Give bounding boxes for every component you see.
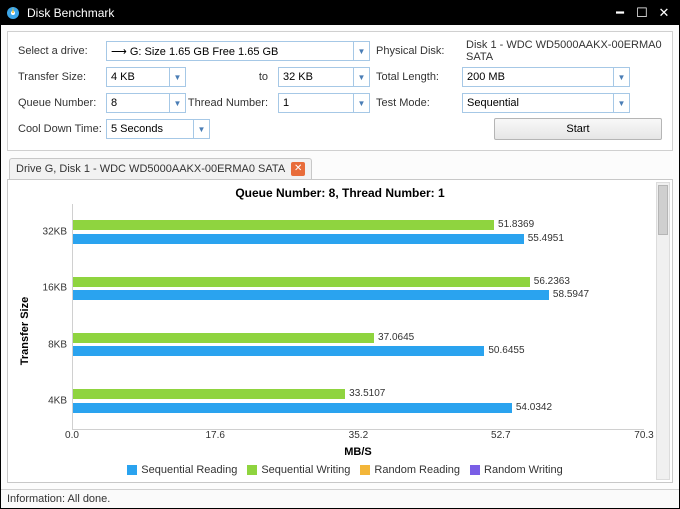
legend-swatch [470,465,480,475]
chart-x-tick: 17.6 [205,430,224,441]
drive-select[interactable]: ⟶ G: Size 1.65 GB Free 1.65 GB ▼ [106,41,370,61]
chart-x-tick: 35.2 [349,430,368,441]
drive-label: Select a drive: [18,45,106,57]
content-area: Select a drive: ⟶ G: Size 1.65 GB Free 1… [1,25,679,489]
test-mode-select[interactable]: Sequential ▼ [462,93,630,113]
legend-swatch [360,465,370,475]
minimize-button[interactable]: ━ [609,4,631,22]
chart-bar [73,333,374,343]
queue-number-label: Queue Number: [18,97,106,109]
settings-panel: Select a drive: ⟶ G: Size 1.65 GB Free 1… [7,31,673,151]
maximize-button[interactable]: ☐ [631,4,653,22]
chart-bar-value: 51.8369 [498,219,534,230]
title-bar: Disk Benchmark ━ ☐ ✕ [1,1,679,25]
legend-label: Sequential Writing [261,464,350,476]
chart-bar-value: 37.0645 [378,332,414,343]
dropdown-arrow-icon: ▼ [613,94,629,112]
dropdown-arrow-icon: ▼ [193,120,209,138]
chart-bar [73,234,524,244]
chart-plot-area: 32KB51.836955.495116KB56.236358.59478KB3… [72,204,644,430]
chart-bar [73,403,512,413]
dropdown-arrow-icon: ▼ [613,68,629,86]
physical-disk-value: Disk 1 - WDC WD5000AAKX-00ERMA0 SATA [462,39,662,63]
transfer-from-select[interactable]: 4 KB ▼ [106,67,186,87]
chart-category-label: 32KB [43,227,73,238]
vertical-scrollbar[interactable] [656,182,670,480]
dropdown-arrow-icon: ▼ [169,94,185,112]
close-button[interactable]: ✕ [653,4,675,22]
transfer-to-select[interactable]: 32 KB ▼ [278,67,370,87]
tab-caption: Drive G, Disk 1 - WDC WD5000AAKX-00ERMA0… [16,163,285,175]
tab-result[interactable]: Drive G, Disk 1 - WDC WD5000AAKX-00ERMA0… [9,158,312,179]
legend-swatch [247,465,257,475]
chart-y-label: Transfer Size [19,297,31,365]
tab-close-icon[interactable]: ✕ [291,162,305,176]
transfer-size-label: Transfer Size: [18,71,106,83]
chart-bar-value: 55.4951 [528,233,564,244]
thread-number-label: Thread Number: [186,97,278,109]
cooldown-select[interactable]: 5 Seconds ▼ [106,119,210,139]
chart-category-label: 4KB [48,395,73,406]
chart-category-label: 16KB [43,283,73,294]
chart-category-label: 8KB [48,339,73,350]
chart-bar [73,389,345,399]
chart-x-tick: 0.0 [65,430,79,441]
dropdown-arrow-icon: ▼ [353,68,369,86]
queue-number-select[interactable]: 8 ▼ [106,93,186,113]
total-length-label: Total Length: [370,71,462,83]
dropdown-arrow-icon: ▼ [353,42,369,60]
chart-x-label: MB/S [72,444,644,458]
thread-number-select[interactable]: 1 ▼ [278,93,370,113]
legend-label: Sequential Reading [141,464,237,476]
tab-strip: Drive G, Disk 1 - WDC WD5000AAKX-00ERMA0… [7,157,673,179]
chart-bar-value: 58.5947 [553,289,589,300]
chart-bar [73,277,530,287]
chart-bar-value: 33.5107 [349,388,385,399]
legend-swatch [127,465,137,475]
chart-bar-value: 54.0342 [516,402,552,413]
to-label: to [186,71,278,83]
chart-bar [73,290,549,300]
window-title: Disk Benchmark [27,6,609,20]
chart-bar [73,220,494,230]
status-bar: Information: All done. [1,489,679,508]
chart-bar-value: 50.6455 [488,345,524,356]
total-length-select[interactable]: 200 MB ▼ [462,67,630,87]
legend-label: Random Reading [374,464,460,476]
dropdown-arrow-icon: ▼ [353,94,369,112]
test-mode-label: Test Mode: [370,97,462,109]
start-button[interactable]: Start [494,118,662,140]
status-text: Information: All done. [7,493,110,505]
scrollbar-thumb[interactable] [658,185,668,235]
chart-bar-value: 56.2363 [534,276,570,287]
chart-x-axis: 0.017.635.252.770.3 [72,430,644,444]
legend-label: Random Writing [484,464,563,476]
chart-panel: Queue Number: 8, Thread Number: 1 Transf… [7,179,673,483]
chart-x-tick: 52.7 [491,430,510,441]
dropdown-arrow-icon: ▼ [169,68,185,86]
chart-x-tick: 70.3 [634,430,653,441]
app-icon [5,5,21,21]
chart-title: Queue Number: 8, Thread Number: 1 [14,184,666,204]
chart-legend: Sequential Reading Sequential Writing Rand… [14,458,666,476]
cooldown-label: Cool Down Time: [18,123,106,135]
physical-disk-label: Physical Disk: [370,45,462,57]
chart-bar [73,346,484,356]
